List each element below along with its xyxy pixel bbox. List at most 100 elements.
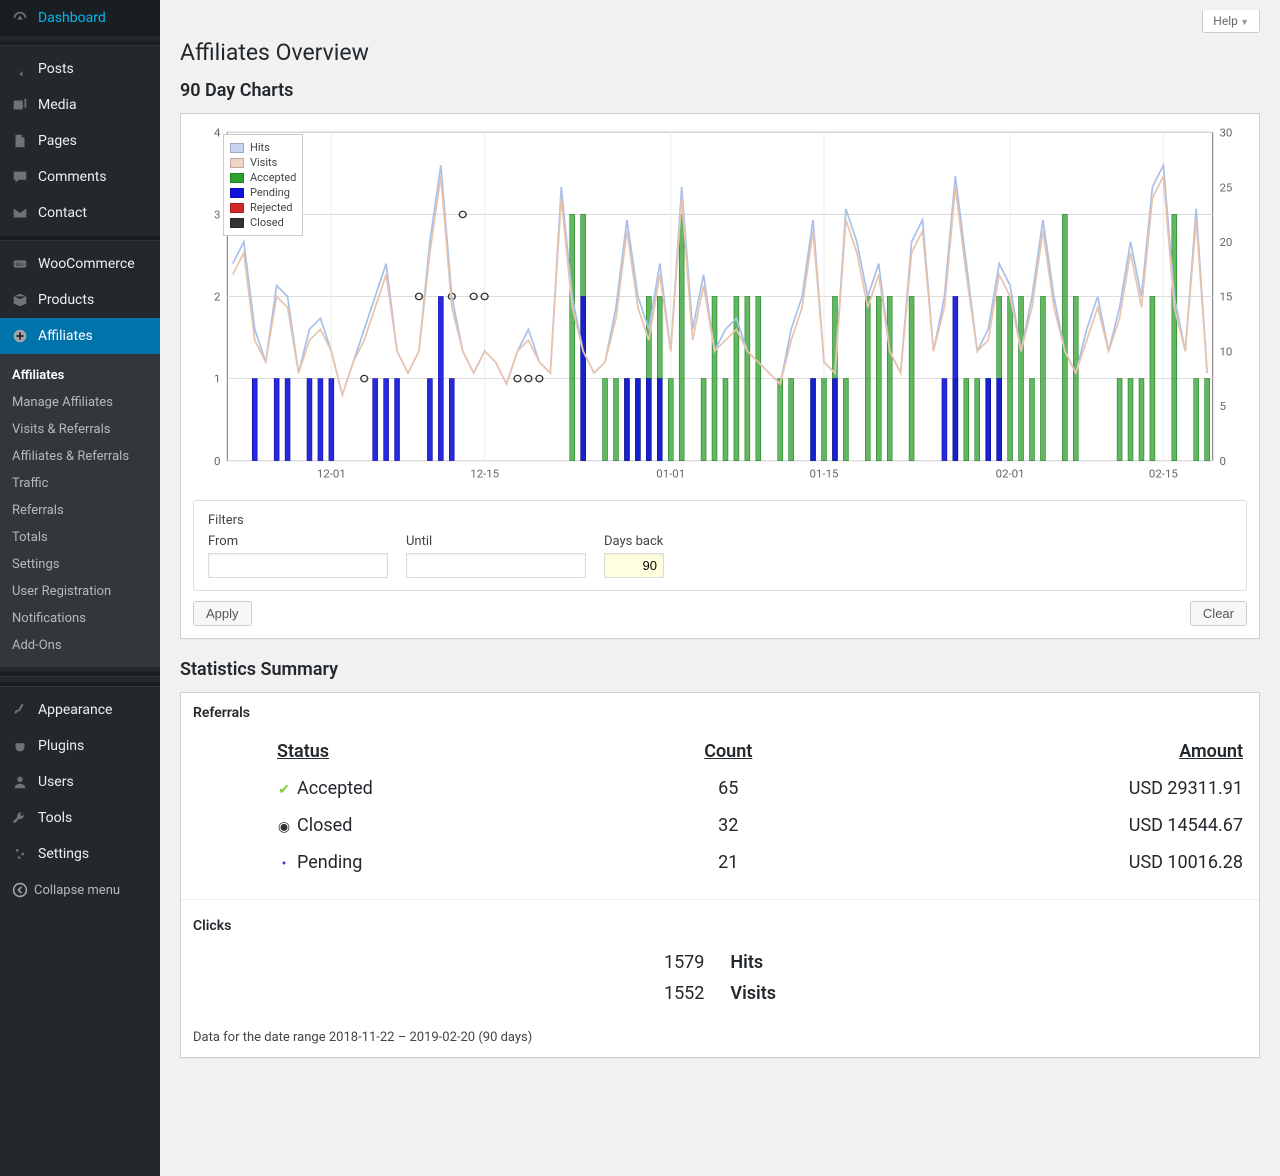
svg-text:25: 25 bbox=[1220, 182, 1233, 194]
legend-label: Closed bbox=[250, 216, 284, 229]
filters-title: Filters bbox=[208, 513, 1232, 528]
until-label: Until bbox=[406, 534, 586, 549]
clicks-label: Visits bbox=[718, 979, 788, 1008]
svg-text:01-15: 01-15 bbox=[810, 468, 839, 480]
sidebar-sub-traffic[interactable]: Traffic bbox=[0, 470, 160, 497]
legend-item: Accepted bbox=[230, 171, 296, 184]
referral-amount: USD 29311.91 bbox=[825, 770, 1247, 807]
legend-item: Hits bbox=[230, 141, 296, 154]
sidebar-sub-settings[interactable]: Settings bbox=[0, 551, 160, 578]
svg-text:2: 2 bbox=[214, 291, 220, 303]
sidebar-item-comments[interactable]: Comments bbox=[0, 159, 160, 195]
svg-text:4: 4 bbox=[214, 127, 220, 139]
svg-text:30: 30 bbox=[1220, 127, 1233, 139]
sidebar-sub-affiliates[interactable]: Affiliates bbox=[0, 362, 160, 389]
sidebar-sub-manage-affiliates[interactable]: Manage Affiliates bbox=[0, 389, 160, 416]
sidebar-item-tools[interactable]: Tools bbox=[0, 800, 160, 836]
sidebar-item-media[interactable]: Media bbox=[0, 87, 160, 123]
clicks-row: 1552Visits bbox=[652, 979, 788, 1008]
mail-icon bbox=[10, 203, 30, 223]
legend-item: Pending bbox=[230, 186, 296, 199]
until-input[interactable] bbox=[406, 553, 586, 578]
closed-icon: ◉ bbox=[277, 819, 291, 835]
sidebar-sub-add-ons[interactable]: Add-Ons bbox=[0, 632, 160, 659]
pending-icon: • bbox=[277, 856, 291, 872]
sidebar-item-label: Dashboard bbox=[38, 10, 106, 26]
summary-panel: Referrals Status Count Amount ✔Accepted6… bbox=[180, 692, 1260, 1058]
sidebar-item-products[interactable]: Products bbox=[0, 282, 160, 318]
sidebar-item-label: Contact bbox=[38, 205, 87, 221]
referral-row: •Pending21USD 10016.28 bbox=[273, 844, 1247, 881]
sidebar-item-posts[interactable]: Posts bbox=[0, 51, 160, 87]
sidebar-sub-referrals[interactable]: Referrals bbox=[0, 497, 160, 524]
svg-text:01-01: 01-01 bbox=[656, 468, 685, 480]
legend-label: Hits bbox=[250, 141, 270, 154]
col-amount: Amount bbox=[825, 733, 1247, 770]
legend-label: Accepted bbox=[250, 171, 296, 184]
clicks-value: 1552 bbox=[652, 979, 716, 1008]
svg-text:1: 1 bbox=[214, 373, 220, 385]
sidebar-item-settings[interactable]: Settings bbox=[0, 836, 160, 872]
sidebar-item-label: WooCommerce bbox=[38, 256, 135, 272]
pin-icon bbox=[10, 59, 30, 79]
svg-text:Woo: Woo bbox=[15, 262, 24, 268]
collapse-label: Collapse menu bbox=[34, 883, 120, 898]
sidebar-item-pages[interactable]: Pages bbox=[0, 123, 160, 159]
svg-text:10: 10 bbox=[1220, 346, 1233, 358]
sidebar-item-appearance[interactable]: Appearance bbox=[0, 692, 160, 728]
sidebar-item-woocommerce[interactable]: Woo WooCommerce bbox=[0, 246, 160, 282]
woo-icon: Woo bbox=[10, 254, 30, 274]
sidebar-sub-user-registration[interactable]: User Registration bbox=[0, 578, 160, 605]
referral-amount: USD 10016.28 bbox=[825, 844, 1247, 881]
legend-label: Visits bbox=[250, 156, 277, 169]
help-button[interactable]: Help bbox=[1202, 10, 1260, 33]
from-input[interactable] bbox=[208, 553, 388, 578]
sidebar-item-label: Affiliates bbox=[38, 328, 93, 344]
media-icon bbox=[10, 95, 30, 115]
sidebar-item-label: Plugins bbox=[38, 738, 84, 754]
sidebar-item-plugins[interactable]: Plugins bbox=[0, 728, 160, 764]
clicks-row: 1579Hits bbox=[652, 948, 788, 977]
apply-button[interactable]: Apply bbox=[193, 601, 252, 626]
gauge-icon bbox=[10, 8, 30, 28]
sliders-icon bbox=[10, 844, 30, 864]
sidebar-sub-affiliates-referrals[interactable]: Affiliates & Referrals bbox=[0, 443, 160, 470]
accepted-icon: ✔ bbox=[277, 782, 291, 798]
ninety-day-chart: 0123405101520253012-0112-1501-0101-1502-… bbox=[193, 126, 1247, 486]
referral-count: 65 bbox=[631, 770, 825, 807]
sidebar-sub-notifications[interactable]: Notifications bbox=[0, 605, 160, 632]
clear-button[interactable]: Clear bbox=[1190, 601, 1247, 626]
legend-label: Rejected bbox=[250, 201, 292, 214]
sidebar-sub-totals[interactable]: Totals bbox=[0, 524, 160, 551]
legend-item: Closed bbox=[230, 216, 296, 229]
svg-text:5: 5 bbox=[1220, 401, 1226, 413]
svg-text:20: 20 bbox=[1220, 236, 1233, 248]
svg-text:12-01: 12-01 bbox=[317, 468, 346, 480]
clicks-value: 1579 bbox=[652, 948, 716, 977]
referrals-table: Status Count Amount ✔ Accepted 65USD 29311… bbox=[273, 733, 1247, 881]
user-icon bbox=[10, 772, 30, 792]
collapse-menu-button[interactable]: Collapse menu bbox=[0, 872, 160, 908]
col-count: Count bbox=[631, 733, 825, 770]
sidebar-item-label: Tools bbox=[38, 810, 72, 826]
svg-text:02-01: 02-01 bbox=[996, 468, 1025, 480]
sidebar-sub-visits-referrals[interactable]: Visits & Referrals bbox=[0, 416, 160, 443]
sidebar-item-affiliates[interactable]: Affiliates bbox=[0, 318, 160, 354]
col-status: Status bbox=[273, 733, 631, 770]
affiliates-submenu: AffiliatesManage AffiliatesVisits & Refe… bbox=[0, 354, 160, 667]
legend-item: Rejected bbox=[230, 201, 296, 214]
date-range-note: Data for the date range 2018-11-22 – 201… bbox=[193, 1030, 1247, 1045]
comment-icon bbox=[10, 167, 30, 187]
plug-icon bbox=[10, 736, 30, 756]
sidebar-item-dashboard[interactable]: Dashboard bbox=[0, 0, 160, 36]
legend-label: Pending bbox=[250, 186, 290, 199]
referral-status: Closed bbox=[297, 815, 352, 836]
sidebar-item-label: Media bbox=[38, 97, 77, 113]
days-back-input[interactable] bbox=[604, 553, 664, 578]
sidebar-item-contact[interactable]: Contact bbox=[0, 195, 160, 231]
referral-status: Accepted bbox=[297, 778, 373, 799]
main-content: Help Affiliates Overview 90 Day Charts H… bbox=[160, 0, 1280, 1176]
sidebar-item-label: Appearance bbox=[38, 702, 112, 718]
svg-text:15: 15 bbox=[1220, 291, 1233, 303]
sidebar-item-users[interactable]: Users bbox=[0, 764, 160, 800]
